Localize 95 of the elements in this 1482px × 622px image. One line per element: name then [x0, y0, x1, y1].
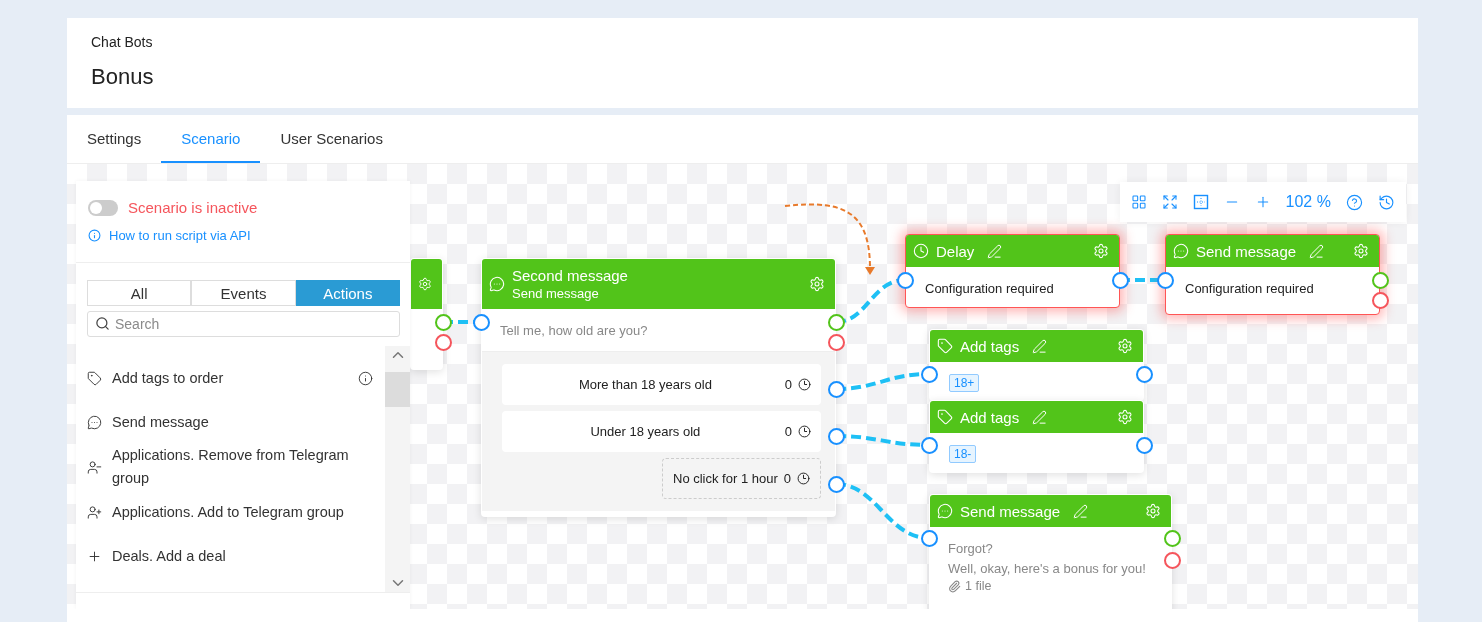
flow-node[interactable]: Second message Send message Tell me, how old are you? More than 18 years old 0 Under 18 years old 0 No click for 1 hour 0 [481, 258, 836, 517]
action-item[interactable]: Send message [87, 400, 373, 444]
search-icon [95, 316, 110, 331]
connection-port[interactable] [921, 530, 938, 547]
settings-icon[interactable] [418, 276, 432, 292]
connection-port[interactable] [1136, 366, 1153, 383]
action-item[interactable]: Deals. Add a deal [87, 534, 373, 578]
connection-port[interactable] [828, 428, 845, 445]
clock-icon [797, 472, 810, 485]
connection-port[interactable] [828, 334, 845, 351]
reply-button[interactable]: Under 18 years old 0 [502, 411, 821, 452]
scroll-thumb[interactable] [385, 372, 410, 407]
tab[interactable]: Settings [67, 115, 162, 163]
settings-icon[interactable] [1353, 243, 1369, 259]
message-text: Well, okay, here's a bonus for you! [948, 560, 1146, 578]
breadcrumb: Chat Bots [91, 34, 154, 50]
connection-port[interactable] [1164, 552, 1181, 569]
reply-button[interactable]: More than 18 years old 0 [502, 364, 821, 405]
user-icon [87, 459, 102, 475]
fit-view-icon[interactable] [1193, 194, 1210, 210]
node-title: Send message [960, 502, 1061, 520]
settings-icon[interactable] [1145, 503, 1161, 519]
connection-port[interactable] [828, 476, 845, 493]
connection-port[interactable] [1164, 530, 1181, 547]
status-label: Scenario is inactive [128, 199, 258, 216]
connection-port[interactable] [1372, 292, 1389, 309]
settings-icon[interactable] [1093, 243, 1109, 259]
chat-icon [489, 276, 505, 292]
connection-port[interactable] [828, 381, 845, 398]
chat-icon [937, 503, 953, 519]
settings-icon[interactable] [1117, 338, 1133, 354]
tag-chip: 18- [949, 445, 977, 463]
connection-port[interactable] [435, 314, 452, 331]
grid-icon[interactable] [1131, 194, 1148, 210]
paperclip-icon [948, 579, 961, 593]
action-item[interactable]: Applications. Remove from Telegram group [87, 444, 373, 490]
message-text: Tell me, how old are you? [500, 322, 648, 340]
node-title: Second message [512, 267, 628, 284]
clock-icon [798, 425, 811, 438]
flow-node[interactable]: Send message Forgot? Well, okay, here's a bonus for you! 1 file [929, 494, 1172, 609]
connection-port[interactable] [473, 314, 490, 331]
action-item[interactable]: Add tags to order [87, 356, 373, 400]
fullscreen-icon[interactable] [1162, 194, 1179, 210]
filter-tab[interactable]: All [87, 280, 192, 306]
tag-chip: 18+ [949, 374, 980, 392]
scrollbar[interactable] [385, 346, 410, 592]
history-icon[interactable] [1377, 193, 1395, 211]
info-icon[interactable] [358, 370, 373, 386]
attachment-text: 1 file [965, 579, 992, 593]
connection-port[interactable] [1136, 437, 1153, 454]
flow-node[interactable] [410, 258, 443, 370]
edit-icon[interactable] [987, 243, 1003, 259]
node-title: Add tags [960, 408, 1020, 426]
flow-node[interactable]: Delay Configuration required [905, 234, 1120, 308]
timeout-option[interactable]: No click for 1 hour 0 [662, 458, 821, 499]
settings-icon[interactable] [1117, 409, 1133, 425]
chat-icon [87, 414, 102, 430]
clock-icon [913, 243, 929, 259]
tab[interactable]: User Scenarios [260, 115, 403, 163]
action-item[interactable]: Applications. Add to Telegram group [87, 490, 373, 534]
tag-icon [937, 338, 953, 354]
flow-node[interactable]: Send message Configuration required [1165, 234, 1380, 315]
node-title: Send message [1196, 242, 1297, 260]
filter-tab[interactable]: Events [191, 280, 296, 306]
connection-port[interactable] [828, 314, 845, 331]
connection-port[interactable] [1157, 272, 1174, 289]
tag-icon [87, 370, 102, 386]
search-field[interactable]: Search [87, 311, 400, 337]
user-icon [87, 504, 102, 520]
edit-icon[interactable] [1309, 243, 1325, 259]
node-title: Add tags [960, 337, 1020, 355]
connection-port[interactable] [1112, 272, 1129, 289]
connection-port[interactable] [921, 366, 938, 383]
edit-icon[interactable] [1073, 503, 1089, 519]
tag-icon [937, 409, 953, 425]
edit-icon[interactable] [1032, 409, 1048, 425]
help-icon[interactable] [1345, 193, 1363, 211]
status-text: Configuration required [1185, 280, 1314, 298]
status-text: Configuration required [925, 280, 1054, 298]
toggle-switch[interactable] [88, 199, 118, 216]
edit-icon[interactable] [1032, 338, 1048, 354]
clock-icon [798, 378, 811, 391]
plus-icon [87, 548, 102, 564]
node-title: Delay [936, 242, 975, 260]
chat-icon [1173, 243, 1189, 259]
connection-port[interactable] [921, 437, 938, 454]
connection-port[interactable] [1372, 272, 1389, 289]
connection-port[interactable] [897, 272, 914, 289]
message-text: Forgot? [948, 540, 993, 558]
info-icon [88, 229, 101, 242]
zoom-level: 102 % [1285, 193, 1331, 211]
node-subtitle: Send message [512, 286, 600, 301]
settings-icon[interactable] [809, 276, 825, 292]
page-title: Bonus [91, 64, 155, 90]
connection-port[interactable] [435, 334, 452, 351]
